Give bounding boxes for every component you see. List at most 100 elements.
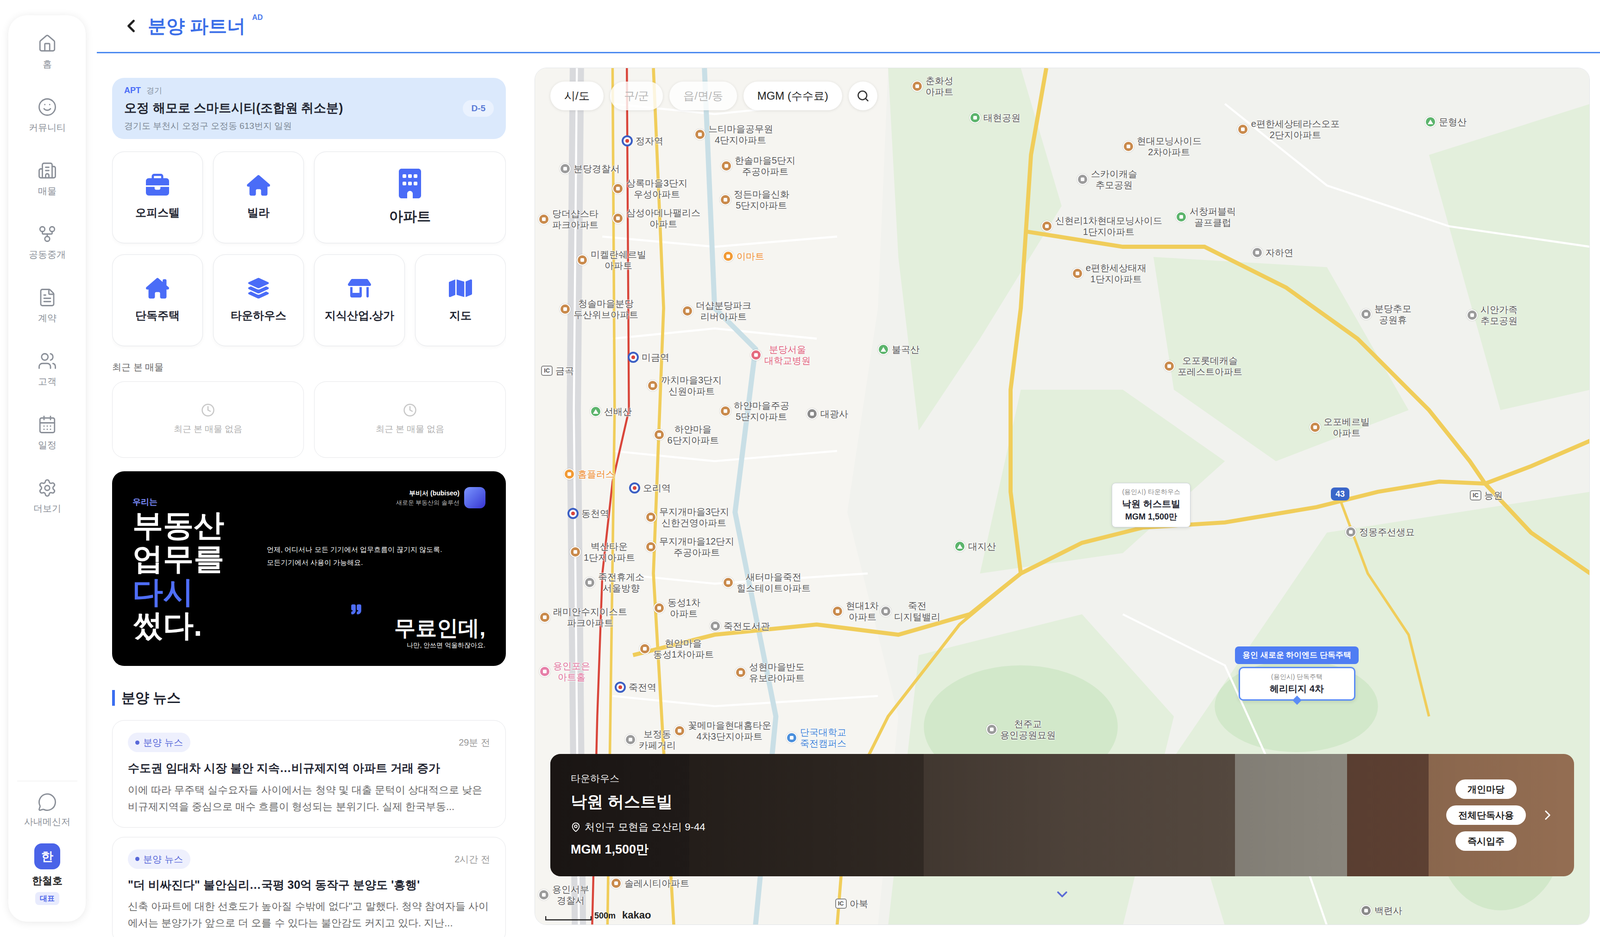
map-label[interactable]: e편한세상태재1단지아파트 (1071, 262, 1147, 285)
map-label[interactable]: IC아북 (835, 897, 869, 909)
map-label[interactable]: 단국대학교죽전캠퍼스 (786, 726, 847, 749)
map-label[interactable]: 무지개마을3단지신한건영아파트 (645, 505, 730, 529)
category-tile[interactable]: 지도 (415, 254, 506, 347)
sidebar-item[interactable]: 일정 (12, 414, 82, 479)
next-icon[interactable] (1539, 806, 1556, 823)
map-label[interactable]: 솔레시티아파트 (610, 877, 690, 889)
map-label[interactable]: 불곡산 (877, 343, 920, 355)
map-label[interactable]: 벽산타운1단지아파트 (569, 540, 636, 563)
collapse-icon[interactable] (1053, 885, 1071, 903)
map-label[interactable]: 래미안수지이스트파크아파트 (539, 605, 628, 629)
map-search-button[interactable] (848, 81, 878, 111)
property-marker[interactable]: (용인시) 타운하우스낙원 허스트빌MGM 1,500만 (1111, 482, 1191, 528)
map-label[interactable]: 보정동카페거리 (624, 728, 676, 751)
sidebar-item[interactable]: 더보기 (12, 478, 82, 542)
messenger-button[interactable]: 사내메신저 (17, 780, 78, 828)
map-label[interactable]: 느티마을공무원4단지아파트 (694, 123, 774, 146)
category-tile[interactable]: 아파트 (314, 151, 506, 244)
map-label[interactable]: 용인포은아트홀 (539, 660, 591, 683)
map-label[interactable]: 까치마을3단지신원아파트 (647, 374, 722, 397)
map-label[interactable]: 시안가족추모공원 (1466, 303, 1518, 327)
map-label[interactable]: 서창퍼블릭골프클럽 (1175, 205, 1236, 228)
map-label[interactable]: 동천역 (567, 507, 610, 519)
sidebar-item[interactable]: 공동중개 (12, 224, 82, 288)
map-filter-chip[interactable]: 읍/면/동 (669, 81, 737, 111)
map-label[interactable]: 새터마을죽전힐스테이트아파트 (722, 571, 811, 594)
map-label[interactable]: 죽전역 (614, 681, 657, 693)
user-profile[interactable]: 한한철호대표 (31, 843, 63, 905)
sidebar-item[interactable]: 고객 (12, 351, 82, 415)
news-card[interactable]: 분양 뉴스29분 전수도권 임대차 시장 불안 지속…비규제지역 아파트 거래 … (112, 719, 506, 828)
map-label[interactable]: 문형산 (1424, 116, 1467, 128)
map-label[interactable]: 꽃메마을현대홈타운4차3단지아파트 (674, 719, 772, 742)
sidebar-item[interactable]: 계약 (12, 287, 82, 352)
map-label[interactable]: 선배산 (590, 405, 632, 417)
category-tile[interactable]: 지식산업.상가 (314, 254, 405, 347)
map-label[interactable]: 자하연 (1251, 246, 1294, 259)
map-label[interactable]: 스카이캐슬추모공원 (1077, 168, 1138, 191)
map-label[interactable]: 분당경찰서 (559, 163, 620, 175)
map-label[interactable]: 상록마을3단지우성아파트 (612, 177, 687, 200)
map-label[interactable]: 현대모닝사이드2차아파트 (1122, 135, 1202, 158)
promo-banner[interactable]: 우리는부동산업무를다시썼다.부비서 (bubiseo)새로운 부동산의 솔루션언… (112, 471, 506, 666)
map-label[interactable]: 오리역 (629, 482, 671, 494)
map-label[interactable]: 성현마을반도유보라아파트 (735, 661, 805, 684)
map-label[interactable]: 삼성아데나팰리스아파트 (612, 207, 701, 230)
banner-brand: 부비서 (bubiseo)새로운 부동산의 솔루션 (266, 486, 486, 509)
sidebar-item[interactable]: 커뮤니티 (12, 97, 82, 161)
map-label[interactable]: 정든마을신화5단지아파트 (719, 188, 790, 211)
map-label[interactable]: 태현공원 (969, 112, 1021, 124)
map-label[interactable]: 춘화성아파트 (911, 75, 954, 98)
map-label[interactable]: 동성1차아파트 (653, 596, 701, 619)
sidebar-item[interactable]: 홈 (12, 33, 82, 98)
featured-card[interactable]: APT경기오정 해모로 스마트시티(조합원 취소분)경기도 부천시 오정구 오정… (112, 77, 506, 139)
news-card[interactable]: 분양 뉴스2시간 전"더 비싸진다" 불안심리…국평 30억 동작구 분양도 '… (112, 836, 506, 937)
map-label[interactable]: 죽전휴게소서울방향 (584, 571, 645, 594)
map-label[interactable]: 현암마을동성1차아파트 (639, 637, 714, 660)
map-label[interactable]: 백련사 (1360, 904, 1403, 916)
map-filter-chip[interactable]: 구/군 (610, 81, 664, 111)
map-label[interactable]: 죽전디지털밸리 (880, 599, 941, 623)
map-label[interactable]: 대지산 (954, 540, 996, 552)
map-label[interactable]: 오포베르빌아파트 (1309, 415, 1370, 439)
map-label[interactable]: 분당추모공원휴 (1360, 302, 1412, 326)
map-label[interactable]: 더샵분당파크리버아파트 (681, 299, 752, 322)
map-label[interactable]: 미켈란쉐르빌아파트 (576, 248, 647, 271)
category-tile[interactable]: 빌라 (213, 151, 304, 244)
map-panel[interactable]: 정자역 느티마을공무원4단지아파트한솔마을5단지주공아파트 분당경찰서상록마을3단지… (534, 67, 1590, 925)
property-marker-selected[interactable]: 용인 새로운 하이엔드 단독주택(용인시) 단독주택헤리티지 4차 (1234, 646, 1359, 704)
map-label[interactable]: 이마트 (722, 250, 765, 262)
map-filter-chip[interactable]: MGM (수수료) (743, 81, 843, 111)
map-label[interactable]: 신현리1차현대모닝사이드1단지아파트 (1041, 214, 1163, 238)
poi-pin-icon (880, 605, 892, 617)
category-tile[interactable]: 단독주택 (112, 254, 203, 347)
map-filter-chip[interactable]: 시/도 (550, 81, 604, 111)
map-label[interactable]: 한솔마을5단지주공아파트 (720, 154, 796, 177)
map-label[interactable]: 오포롯데캐슬포레스트아파트 (1163, 354, 1243, 378)
map-label[interactable]: 죽전도서관 (709, 620, 770, 632)
map-label[interactable]: 미금역 (627, 351, 670, 363)
section-bar (112, 689, 115, 706)
map-label[interactable]: IC금곡 (541, 365, 574, 377)
category-icon (448, 276, 473, 300)
map-label[interactable]: 정자역 (621, 135, 664, 147)
map-label[interactable]: 현대1차아파트 (831, 599, 879, 623)
category-tile[interactable]: 오피스텔 (112, 151, 203, 244)
map-label[interactable]: 홈플러스 (563, 468, 615, 480)
property-card[interactable]: 타운하우스낙원 허스트빌처인구 모현읍 오산리 9-44MGM 1,500만개인… (550, 753, 1575, 876)
sidebar-item[interactable]: 매물 (12, 160, 82, 225)
map-label[interactable]: 대광사 (806, 408, 849, 420)
category-tile[interactable]: 타운하우스 (213, 254, 304, 347)
map-label[interactable]: 하얀마을주공5단지아파트 (719, 399, 790, 423)
back-icon[interactable] (120, 15, 142, 37)
map-label[interactable]: 천주교용인공원묘원 (986, 718, 1056, 741)
map-label[interactable]: 용인서부경찰서 (538, 883, 590, 906)
map-label[interactable]: IC능원 (1469, 489, 1503, 501)
map-label[interactable]: e편한세상테라스오포2단지아파트 (1237, 118, 1340, 141)
map-label[interactable]: 하얀마을6단지아파트 (653, 423, 719, 446)
map-label[interactable]: 당더샵스타파크아파트 (538, 207, 599, 231)
map-label[interactable]: 무지개마을12단지주공아파트 (645, 535, 735, 558)
map-label[interactable]: 정몽주선생묘 (1345, 526, 1415, 538)
map-label[interactable]: 분당서울대학교병원 (750, 343, 811, 366)
map-label[interactable]: 청솔마을분당두산위브아파트 (559, 297, 639, 321)
